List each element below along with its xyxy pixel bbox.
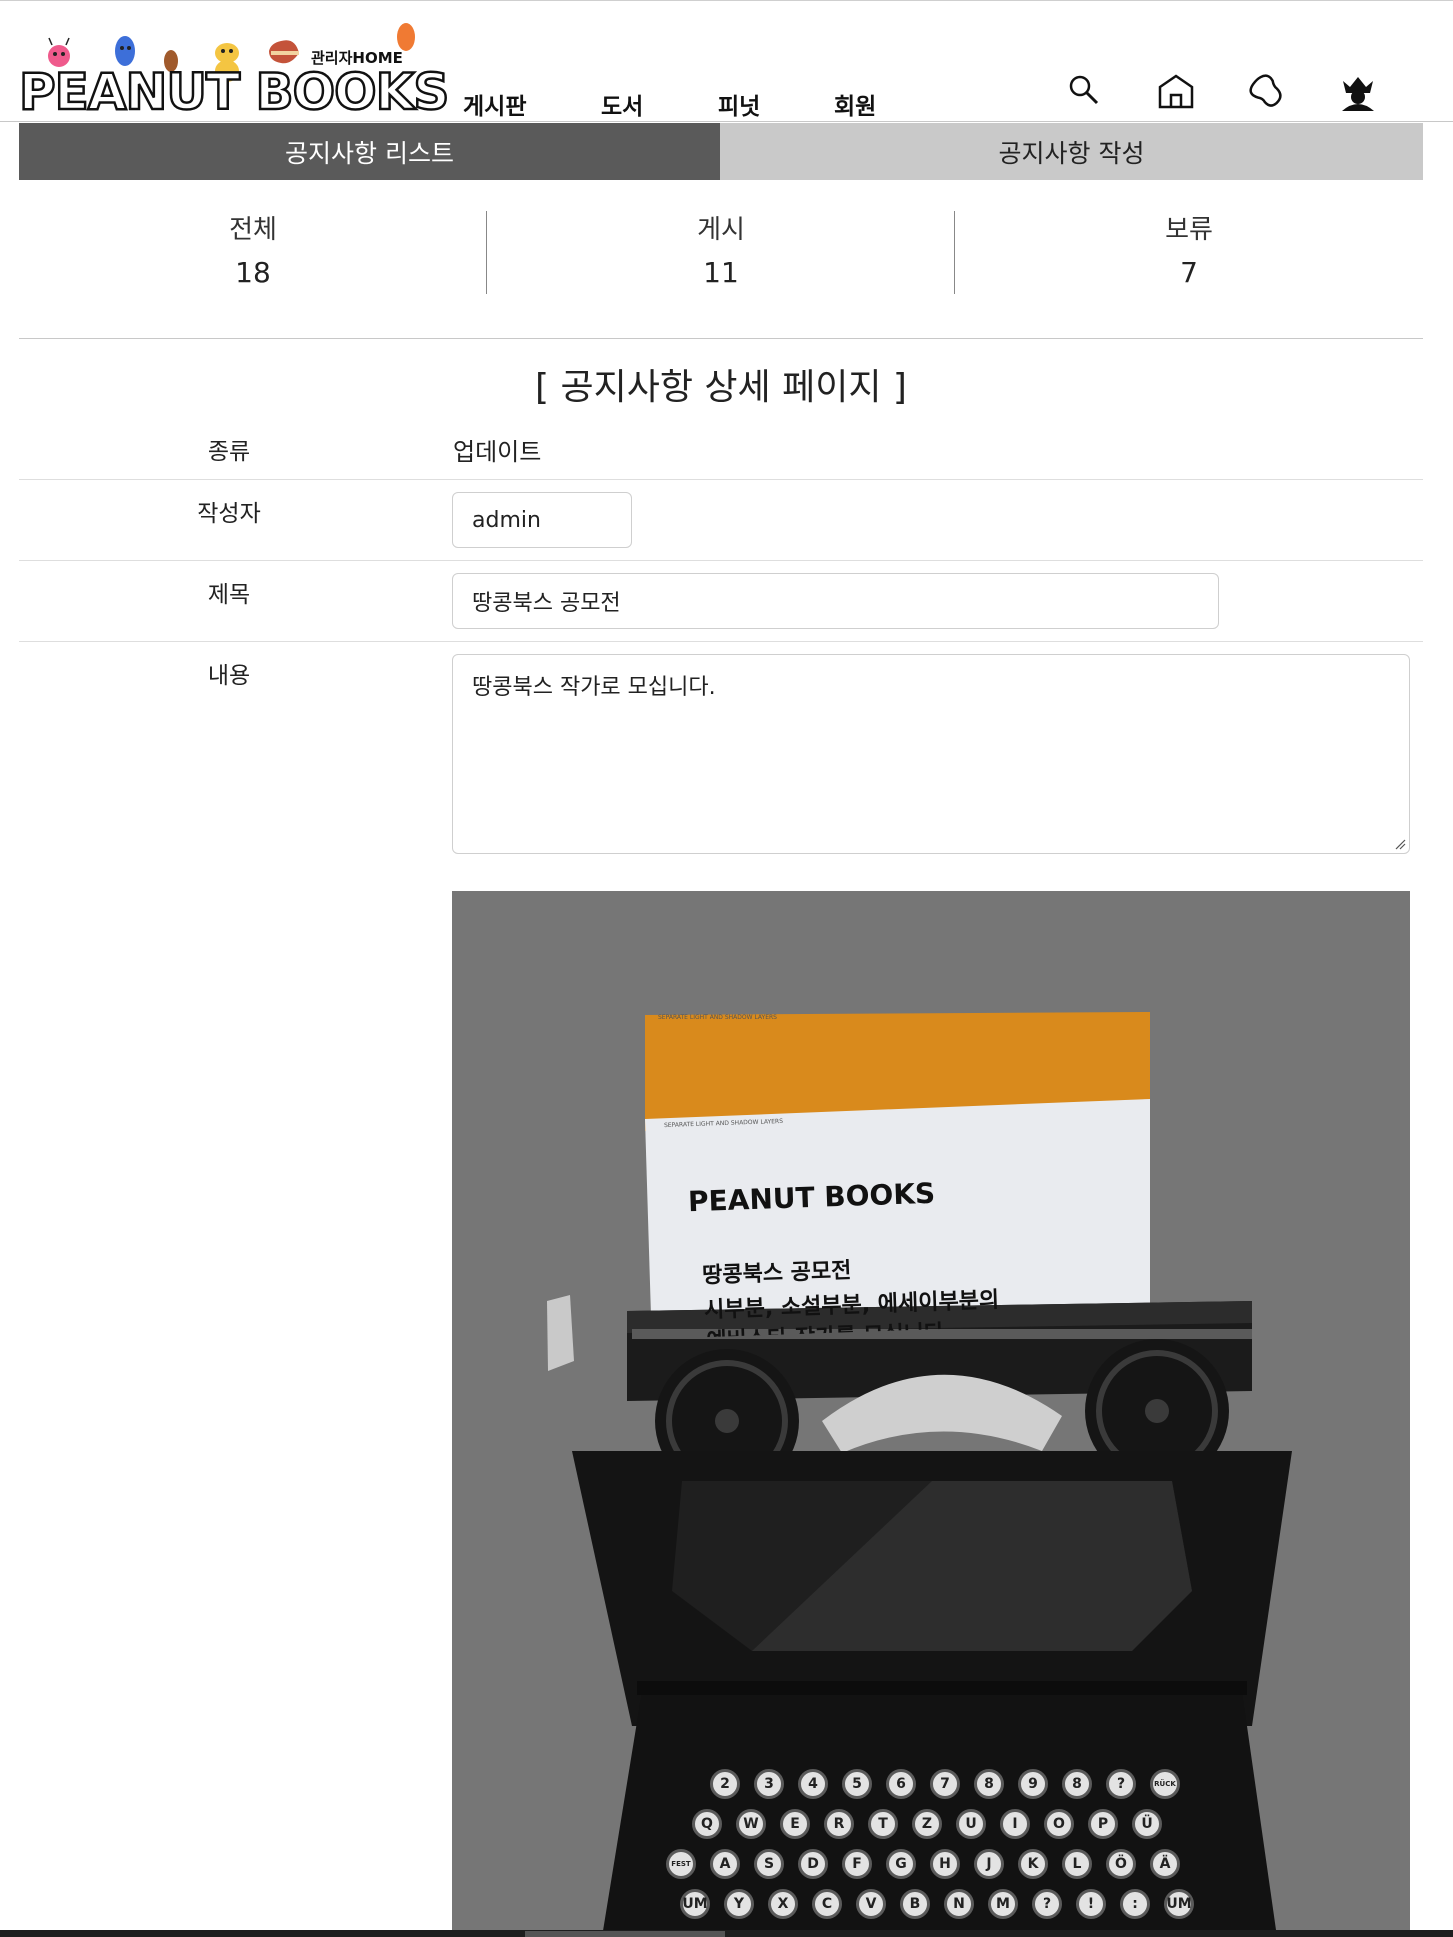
stat-posted-label: 게시 (697, 215, 745, 245)
content-label: 내용 (207, 663, 251, 689)
typewriter-key: H (930, 1849, 960, 1879)
stat-pending-value: 7 (1180, 256, 1198, 289)
poster-line1: 땅콩북스 공모전 (701, 1258, 852, 1289)
content-textarea[interactable]: 땅콩북스 작가로 모십니다. (452, 654, 1410, 854)
tab-notice-list[interactable]: 공지사항 리스트 (19, 123, 720, 180)
nav-peanut[interactable]: 피넛 (718, 87, 760, 121)
typewriter-key: L (1062, 1849, 1092, 1879)
typewriter-key: 8 (974, 1769, 1004, 1799)
stat-total: 전체 18 (19, 208, 487, 294)
typewriter-key: T (868, 1809, 898, 1839)
typewriter-key: Y (724, 1889, 754, 1919)
typewriter-key: W (736, 1809, 766, 1839)
key-row: FEST A S D F G H J K L Ö Ä (666, 1849, 1180, 1879)
section-divider (19, 338, 1423, 339)
typewriter-key: 3 (754, 1769, 784, 1799)
content-text: 땅콩북스 작가로 모십니다. (472, 675, 716, 700)
tab-notice-write[interactable]: 공지사항 작성 (720, 123, 1423, 180)
notice-image: SEPARATE LIGHT AND SHADOW LAYERS SEPARAT… (452, 891, 1410, 1937)
typewriter-key: 2 (710, 1769, 740, 1799)
stat-posted: 게시 11 (487, 208, 955, 294)
typewriter-key: N (944, 1889, 974, 1919)
peanut-icon[interactable] (1245, 71, 1287, 113)
typewriter-key: K (1018, 1849, 1048, 1879)
scrollbar-thumb[interactable] (525, 1931, 725, 1937)
typewriter-key: 5 (842, 1769, 872, 1799)
resize-grip-icon[interactable] (1394, 838, 1406, 850)
typewriter-key: FEST (666, 1849, 696, 1879)
stat-pending: 보류 7 (955, 208, 1423, 294)
admin-crown-icon[interactable] (1337, 71, 1379, 113)
logo-text: PEANUT BOOKS (18, 63, 451, 121)
typewriter-key: A (710, 1849, 740, 1879)
typewriter-key: : (1120, 1889, 1150, 1919)
search-icon[interactable] (1064, 71, 1106, 113)
typewriter-key: Ö (1106, 1849, 1136, 1879)
typewriter-key: UM (680, 1889, 710, 1919)
stat-posted-value: 11 (703, 256, 739, 289)
logo[interactable]: PEANUT BOOKS 관리자HOME (18, 23, 451, 118)
nav-books[interactable]: 도서 (601, 87, 643, 121)
typewriter-key: ! (1076, 1889, 1106, 1919)
row-divider (19, 641, 1423, 642)
home-icon[interactable] (1155, 71, 1197, 113)
author-label: 작성자 (197, 501, 261, 527)
typewriter-key: S (754, 1849, 784, 1879)
typewriter-key: U (956, 1809, 986, 1839)
typewriter-key: P (1088, 1809, 1118, 1839)
typewriter-key: UM (1164, 1889, 1194, 1919)
typewriter-key: O (1044, 1809, 1074, 1839)
typewriter-key: C (812, 1889, 842, 1919)
admin-home-link[interactable]: 관리자HOME (311, 47, 403, 68)
page-title: [ 공지사항 상세 페이지 ] (535, 367, 907, 408)
title-field[interactable]: 땅콩북스 공모전 (452, 573, 1219, 629)
typewriter-key: ? (1106, 1769, 1136, 1799)
nav-member[interactable]: 회원 (834, 87, 876, 121)
typewriter-key: D (798, 1849, 828, 1879)
typewriter-key: X (768, 1889, 798, 1919)
typewriter-key: R (824, 1809, 854, 1839)
key-row: 2 3 4 5 6 7 8 9 8? RÜCK (710, 1769, 1180, 1799)
key-row: UM Y X C V B N M?!: UM (680, 1889, 1194, 1919)
typewriter-key: 6 (886, 1769, 916, 1799)
stat-pending-label: 보류 (1165, 215, 1213, 245)
typewriter-key: I (1000, 1809, 1030, 1839)
typewriter-key: ? (1032, 1889, 1062, 1919)
title-label: 제목 (207, 582, 251, 608)
stat-total-value: 18 (235, 256, 271, 289)
typewriter-key: G (886, 1849, 916, 1879)
typewriter-key: Z (912, 1809, 942, 1839)
nav-board[interactable]: 게시판 (463, 87, 526, 121)
typewriter-key: RÜCK (1150, 1769, 1180, 1799)
horizontal-scrollbar[interactable] (0, 1930, 1453, 1937)
type-value: 업데이트 (453, 438, 542, 466)
typewriter-key: F (842, 1849, 872, 1879)
typewriter-key: 4 (798, 1769, 828, 1799)
key-row: QWERTZUIOPÜ (692, 1809, 1162, 1839)
typewriter-key: Q (692, 1809, 722, 1839)
typewriter-key: 9 (1018, 1769, 1048, 1799)
typewriter-key: Ä (1150, 1849, 1180, 1879)
typewriter-key: V (856, 1889, 886, 1919)
typewriter-key: E (780, 1809, 810, 1839)
row-divider (19, 560, 1423, 561)
typewriter-key: B (900, 1889, 930, 1919)
typewriter-key: Ü (1132, 1809, 1162, 1839)
typewriter-key: J (974, 1849, 1004, 1879)
typewriter-key: 7 (930, 1769, 960, 1799)
author-field[interactable]: admin (452, 492, 632, 548)
typewriter-key: 8 (1062, 1769, 1092, 1799)
stat-total-label: 전체 (229, 215, 277, 245)
row-divider (19, 479, 1423, 480)
poster-small-caption: SEPARATE LIGHT AND SHADOW LAYERS (658, 1014, 777, 1021)
typewriter-key: M (988, 1889, 1018, 1919)
header: PEANUT BOOKS 관리자HOME 게시판 도서 피넛 회원 (0, 1, 1453, 122)
type-label: 종류 (207, 439, 251, 465)
